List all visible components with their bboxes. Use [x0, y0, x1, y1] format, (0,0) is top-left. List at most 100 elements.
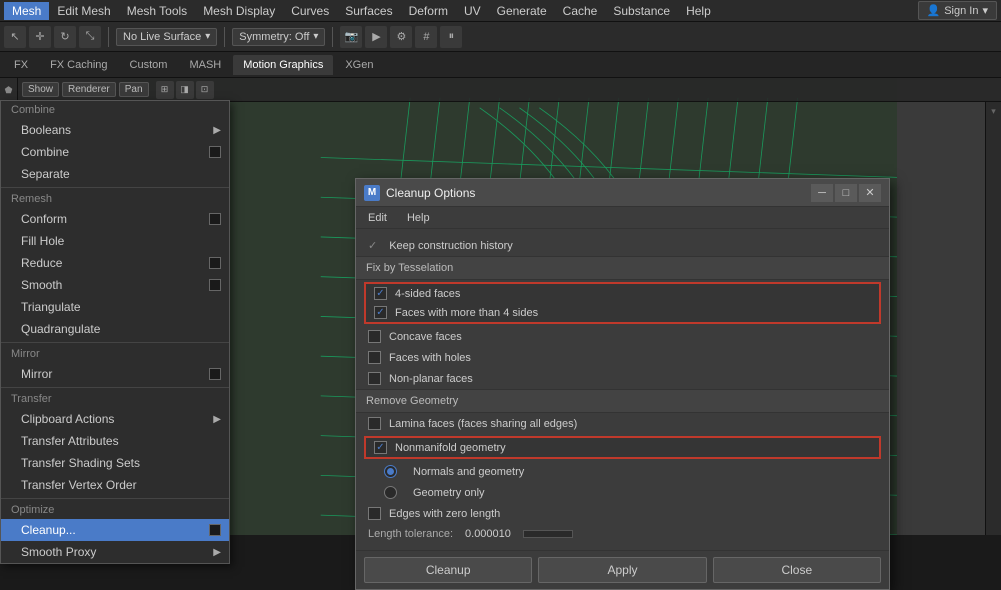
- transfer-shading-label: Transfer Shading Sets: [21, 456, 140, 470]
- dialog-menu-help[interactable]: Help: [399, 210, 438, 226]
- move-tool-icon[interactable]: ✛: [29, 26, 51, 48]
- left-icon-1[interactable]: ⬟: [1, 82, 17, 98]
- dialog-titlebar: M Cleanup Options ─ □ ✕: [356, 179, 889, 207]
- dialog-title-icon: M: [364, 185, 380, 201]
- sign-in-button[interactable]: 👤 Sign In ▾: [918, 1, 997, 20]
- settings-icon[interactable]: ⚙: [390, 26, 412, 48]
- menu-item-deform[interactable]: Deform: [401, 2, 456, 20]
- tab-mash[interactable]: MASH: [179, 55, 231, 75]
- fix-checkbox-0[interactable]: [374, 287, 387, 300]
- select-tool-icon[interactable]: ↖: [4, 26, 26, 48]
- menu-item-curves[interactable]: Curves: [283, 2, 337, 20]
- menu-item-conform[interactable]: Conform: [1, 208, 229, 230]
- smooth-checkbox[interactable]: [209, 279, 221, 291]
- dialog-maximize-btn[interactable]: □: [835, 184, 857, 202]
- fix-checkbox-4[interactable]: [368, 372, 381, 385]
- menu-item-help[interactable]: Help: [678, 2, 719, 20]
- menu-item-mirror[interactable]: Mirror: [1, 363, 229, 385]
- fix-label-4: Non-planar faces: [389, 373, 473, 385]
- fix-option-3: Faces with holes: [356, 347, 889, 368]
- fix-option-4: Non-planar faces: [356, 368, 889, 389]
- apply-button[interactable]: Apply: [538, 557, 706, 583]
- tab-custom[interactable]: Custom: [120, 55, 178, 75]
- pause-icon[interactable]: ⏸: [440, 26, 462, 48]
- pan-button[interactable]: Pan: [119, 82, 149, 97]
- tab-fx-caching[interactable]: FX Caching: [40, 55, 117, 75]
- dialog-minimize-btn[interactable]: ─: [811, 184, 833, 202]
- menu-item-smooth-proxy[interactable]: Smooth Proxy ▶: [1, 541, 229, 563]
- menu-item-triangulate[interactable]: Triangulate: [1, 296, 229, 318]
- length-tolerance-value: 0.000010: [465, 528, 511, 540]
- symmetry-dropdown[interactable]: Symmetry: Off: [232, 28, 325, 46]
- toolbar-sep-3: [332, 27, 333, 47]
- dialog-close-btn[interactable]: ✕: [859, 184, 881, 202]
- remove-checkbox-4[interactable]: [368, 507, 381, 520]
- menu-item-mesh-display[interactable]: Mesh Display: [195, 2, 283, 20]
- show-button[interactable]: Show: [22, 82, 59, 97]
- menu-item-edit-mesh[interactable]: Edit Mesh: [49, 2, 118, 20]
- menu-item-smooth[interactable]: Smooth: [1, 274, 229, 296]
- menu-item-cleanup[interactable]: Cleanup...: [1, 519, 229, 541]
- remove-radio-3[interactable]: [384, 486, 397, 499]
- menu-item-generate[interactable]: Generate: [489, 2, 555, 20]
- dialog-menu-edit[interactable]: Edit: [360, 210, 395, 226]
- menu-item-reduce[interactable]: Reduce: [1, 252, 229, 274]
- tab-fx[interactable]: FX: [4, 55, 38, 75]
- remove-label-1: Nonmanifold geometry: [395, 442, 506, 454]
- length-tolerance-row: Length tolerance: 0.000010: [356, 524, 889, 544]
- tab-motion-graphics[interactable]: Motion Graphics: [233, 55, 333, 75]
- mirror-checkbox[interactable]: [209, 368, 221, 380]
- grid-icon[interactable]: #: [415, 26, 437, 48]
- conform-checkbox[interactable]: [209, 213, 221, 225]
- remove-checkbox-0[interactable]: [368, 417, 381, 430]
- scale-tool-icon[interactable]: ⤡: [79, 26, 101, 48]
- combine-checkbox[interactable]: [209, 146, 221, 158]
- menu-item-uv[interactable]: UV: [456, 2, 489, 20]
- transfer-vertex-label: Transfer Vertex Order: [21, 478, 137, 492]
- viewport-icon-2[interactable]: ◨: [176, 81, 194, 99]
- fix-checkbox-2[interactable]: [368, 330, 381, 343]
- viewport-icon-1[interactable]: ⊞: [156, 81, 174, 99]
- menu-item-quadrangulate[interactable]: Quadrangulate: [1, 318, 229, 340]
- menu-item-transfer-vertex[interactable]: Transfer Vertex Order: [1, 474, 229, 496]
- remove-radio-2[interactable]: [384, 465, 397, 478]
- viewport-icon-3[interactable]: ⊡: [196, 81, 214, 99]
- tab-xgen[interactable]: XGen: [335, 55, 383, 75]
- cleanup-button[interactable]: Cleanup: [364, 557, 532, 583]
- renderer-button[interactable]: Renderer: [62, 82, 116, 97]
- render-icon[interactable]: ▶: [365, 26, 387, 48]
- menu-item-booleans[interactable]: Booleans ▶: [1, 119, 229, 141]
- menu-item-fill-hole[interactable]: Fill Hole: [1, 230, 229, 252]
- length-tolerance-slider[interactable]: [523, 530, 573, 538]
- toolbar-sep-2: [224, 27, 225, 47]
- menu-item-surfaces[interactable]: Surfaces: [337, 2, 400, 20]
- mirror-label: Mirror: [21, 367, 52, 381]
- reduce-checkbox[interactable]: [209, 257, 221, 269]
- menu-item-cache[interactable]: Cache: [555, 2, 606, 20]
- close-button[interactable]: Close: [713, 557, 881, 583]
- construction-history-row: ✓ Keep construction history: [356, 235, 889, 256]
- menu-item-mesh[interactable]: Mesh: [4, 2, 49, 20]
- remove-checkbox-1[interactable]: [374, 441, 387, 454]
- menu-item-transfer-shading[interactable]: Transfer Shading Sets: [1, 452, 229, 474]
- mesh-dropdown-menu: Combine Booleans ▶ Combine Separate Reme…: [0, 100, 230, 564]
- menu-item-combine[interactable]: Combine: [1, 141, 229, 163]
- dialog-footer: Cleanup Apply Close: [356, 550, 889, 589]
- divider-4: [1, 498, 229, 499]
- cleanup-checkbox[interactable]: [209, 524, 221, 536]
- menu-item-clipboard[interactable]: Clipboard Actions ▶: [1, 408, 229, 430]
- camera-icon[interactable]: 📷: [340, 26, 362, 48]
- rotate-tool-icon[interactable]: ↻: [54, 26, 76, 48]
- toolbar-right-icons: 📷 ▶ ⚙ # ⏸: [340, 26, 462, 48]
- surface-dropdown[interactable]: No Live Surface: [116, 28, 217, 46]
- menu-item-substance[interactable]: Substance: [605, 2, 678, 20]
- length-tolerance-label: Length tolerance:: [368, 528, 453, 540]
- menu-item-mesh-tools[interactable]: Mesh Tools: [119, 2, 195, 20]
- menu-item-transfer-attr[interactable]: Transfer Attributes: [1, 430, 229, 452]
- dialog-controls: ─ □ ✕: [811, 184, 881, 202]
- menu-item-separate[interactable]: Separate: [1, 163, 229, 185]
- toolbar: ↖ ✛ ↻ ⤡ No Live Surface Symmetry: Off 📷 …: [0, 22, 1001, 52]
- fix-checkbox-1[interactable]: [374, 306, 387, 319]
- fix-label-1: Faces with more than 4 sides: [395, 307, 538, 319]
- fix-checkbox-3[interactable]: [368, 351, 381, 364]
